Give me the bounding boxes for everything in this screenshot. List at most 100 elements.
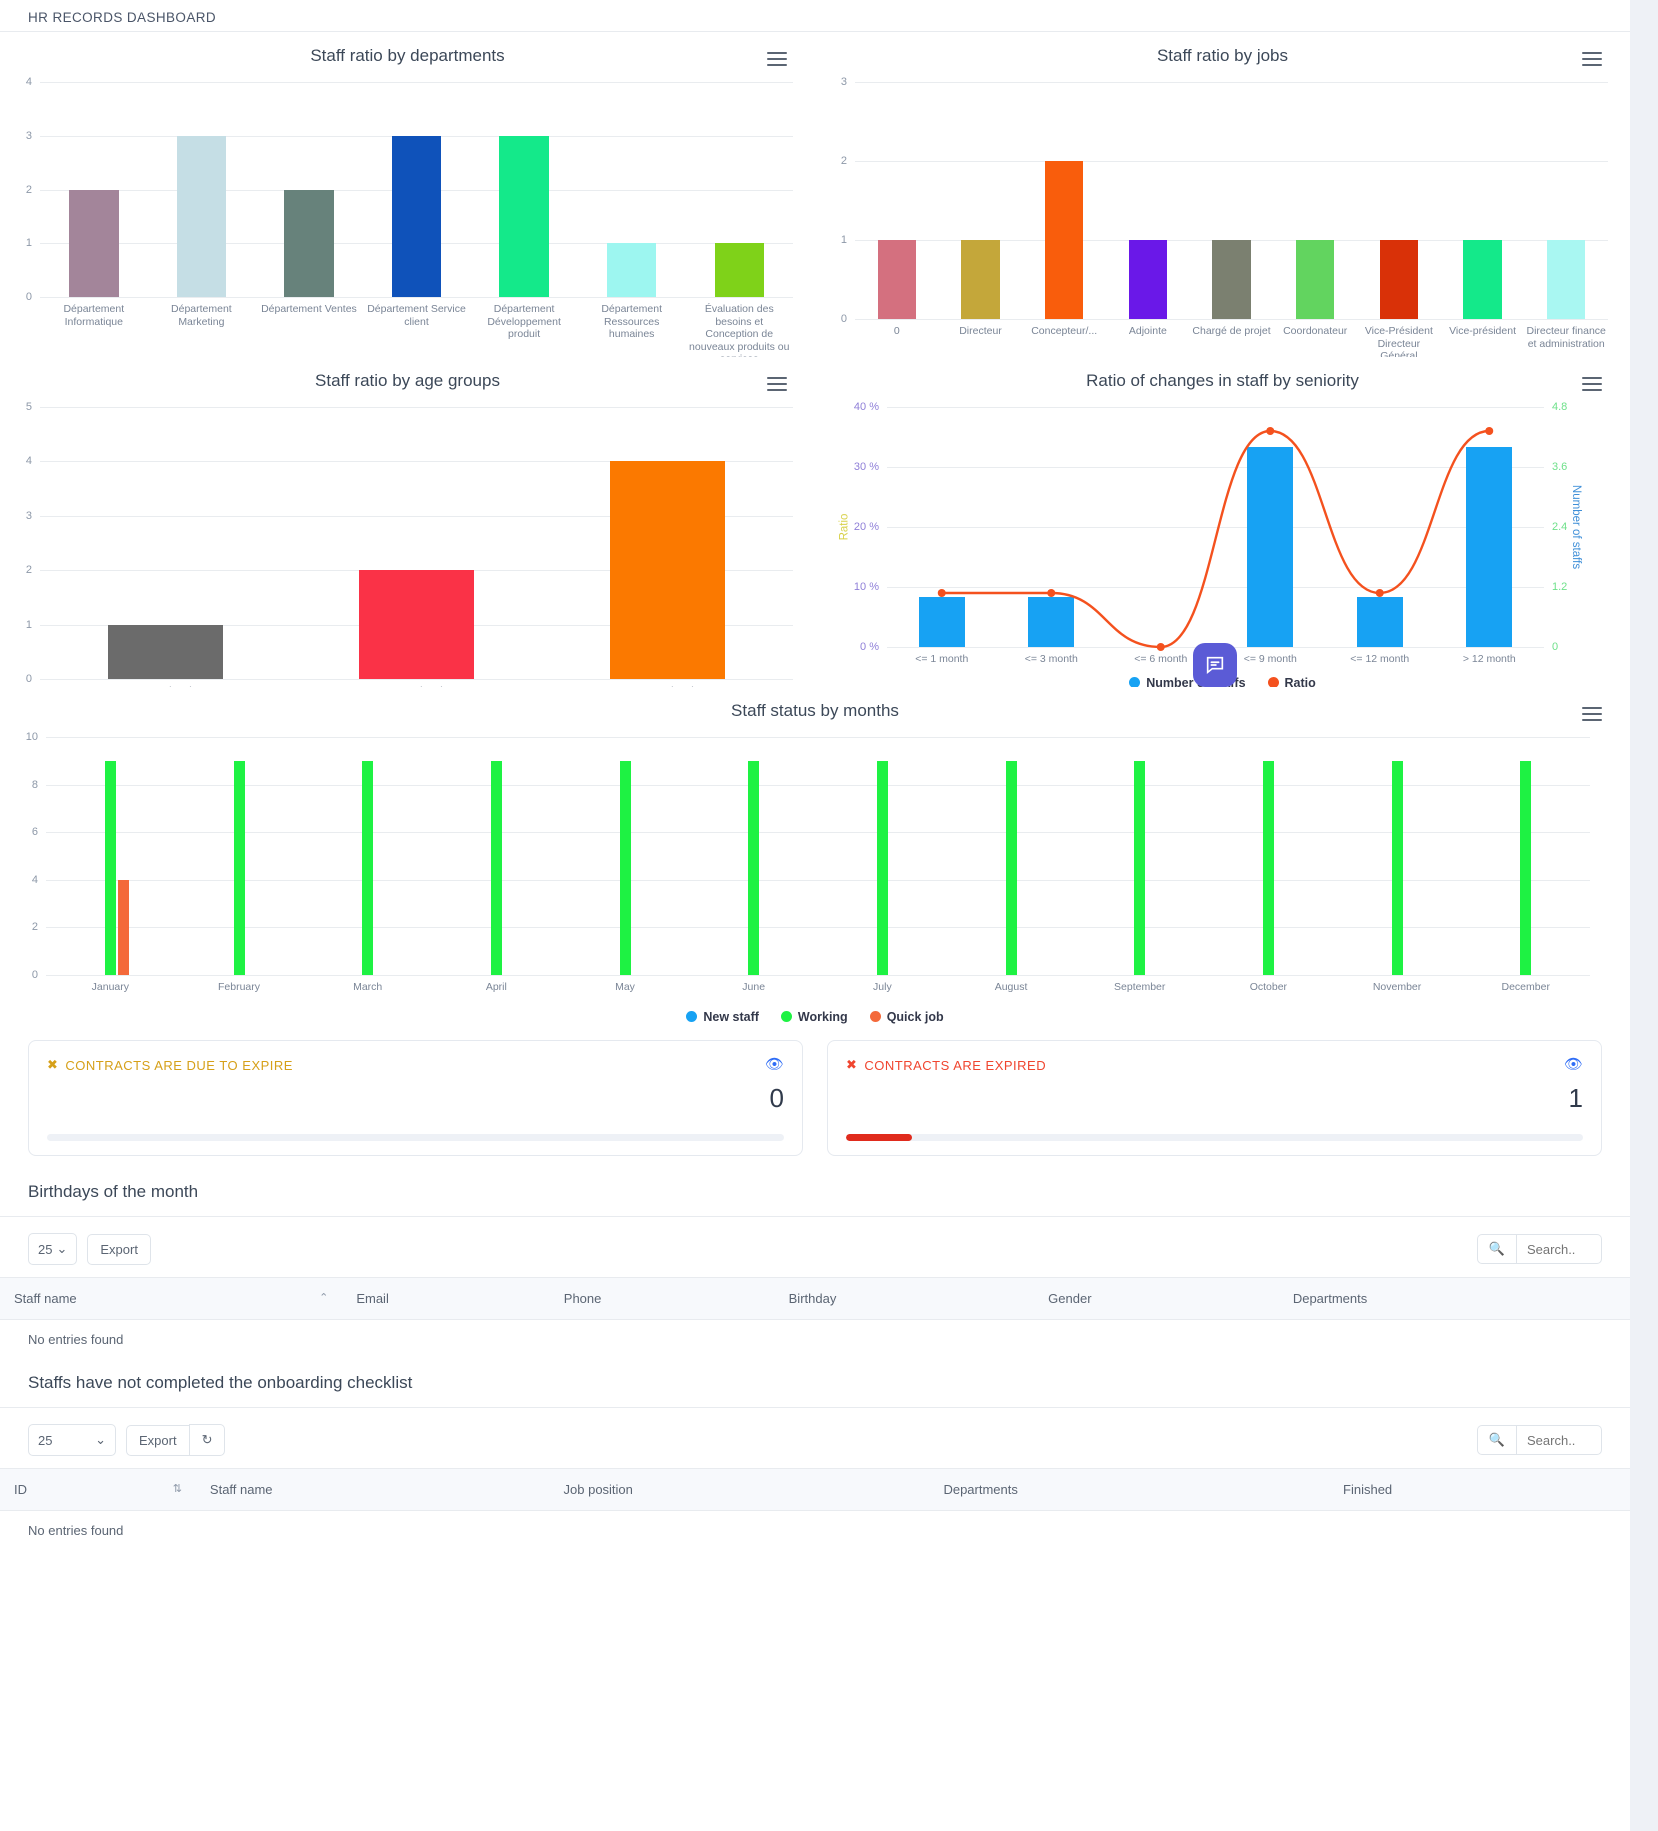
birthdays-title: Birthdays of the month: [28, 1182, 199, 1201]
legend-item[interactable]: Quick job: [869, 1010, 944, 1024]
legend-months: New staff Working Quick job: [0, 1010, 1630, 1024]
chart-menu-jobs-icon[interactable]: [1582, 52, 1602, 68]
bar-slot: [542, 407, 793, 679]
x-axis-label: February: [218, 981, 261, 993]
bar[interactable]: [619, 760, 631, 975]
chart-menu-seniority-icon[interactable]: [1582, 377, 1602, 393]
bar[interactable]: [961, 240, 1000, 319]
bar[interactable]: [284, 189, 334, 297]
legend-item[interactable]: New staff: [686, 1010, 759, 1024]
legend-item[interactable]: Working: [780, 1009, 848, 1024]
bar[interactable]: [1212, 240, 1251, 319]
bar-slot: [470, 82, 578, 297]
table-column-header[interactable]: Email: [342, 1277, 550, 1320]
plot-seniority: Ratio Number of staffs 0 % 0 10 % 1.2 20 % 2.…: [838, 401, 1581, 653]
plot-age-groups: 0 1 2 3 4 5: [26, 401, 793, 685]
bar[interactable]: [358, 570, 475, 679]
bar[interactable]: [233, 760, 245, 975]
bar[interactable]: [1262, 760, 1274, 975]
eye-icon[interactable]: 👁: [765, 1055, 784, 1073]
bar[interactable]: [176, 135, 227, 297]
table-column-header[interactable]: Gender: [1034, 1277, 1279, 1320]
stat-card-due-label: CONTRACTS ARE DUE TO EXPIRE: [65, 1057, 293, 1073]
bar[interactable]: [1134, 760, 1146, 975]
bar[interactable]: [1546, 240, 1586, 319]
y-axis-tick: 10: [25, 731, 38, 743]
bar[interactable]: [104, 760, 116, 975]
bar[interactable]: [117, 879, 129, 975]
bar[interactable]: [714, 243, 764, 297]
sort-indicator-icon[interactable]: ⌃: [319, 1291, 328, 1304]
bar[interactable]: [362, 760, 374, 975]
y-axis-tick: 8: [31, 778, 38, 791]
eye-icon[interactable]: 👁: [1564, 1055, 1583, 1073]
bar[interactable]: [391, 135, 442, 297]
table-column-header[interactable]: Birthday: [774, 1277, 1035, 1320]
table-column-header[interactable]: Departments: [929, 1468, 1330, 1511]
bar[interactable]: [69, 189, 119, 297]
bar[interactable]: [1463, 240, 1502, 319]
chart-title-seniority: Ratio of changes in staff by seniority: [1086, 371, 1359, 390]
table-column-header[interactable]: Job position: [549, 1468, 930, 1511]
gridline: [40, 297, 793, 298]
legend-dot: [686, 1010, 698, 1022]
table-column-header[interactable]: Phone: [549, 1277, 775, 1320]
bar[interactable]: [1128, 240, 1168, 319]
onboarding-toolbar: 25 ⌄ Export ↻ 🔍: [0, 1408, 1630, 1468]
legend-label: Working: [797, 1009, 848, 1024]
onboarding-refresh-button[interactable]: ↻: [188, 1424, 226, 1456]
sort-indicator-icon[interactable]: ⇅: [173, 1482, 182, 1495]
table-column-header[interactable]: Finished: [1329, 1468, 1630, 1511]
bar[interactable]: [107, 624, 224, 679]
search-icon[interactable]: 🔍: [1476, 1425, 1516, 1455]
bar[interactable]: [490, 760, 502, 975]
bar[interactable]: [609, 461, 726, 679]
progress-fill: [846, 1134, 913, 1141]
search-icon[interactable]: 🔍: [1476, 1234, 1516, 1264]
onboarding-page-length-select[interactable]: 25 ⌄: [28, 1424, 116, 1456]
bar[interactable]: [1295, 240, 1335, 319]
chart-menu-months-icon[interactable]: [1582, 707, 1602, 723]
chat-bubble-icon[interactable]: [1193, 643, 1237, 687]
onboarding-search-input[interactable]: [1516, 1425, 1602, 1455]
table-column-header[interactable]: Departments: [1278, 1277, 1630, 1320]
birthdays-search-input[interactable]: [1516, 1234, 1602, 1264]
birthdays-page-length-select[interactable]: 25 ⌄: [28, 1233, 78, 1265]
stat-card-expired-progress: [846, 1134, 1583, 1141]
table-column-header[interactable]: Staff name: [195, 1468, 550, 1511]
table-column-header[interactable]: Staff name ⌃: [0, 1277, 343, 1320]
month-groups: [46, 737, 1590, 975]
bar-slot: [1106, 82, 1190, 319]
table-column-label: Staff name: [209, 1482, 273, 1497]
bar[interactable]: [606, 243, 657, 297]
y-axis-right-tick: 2.4: [1552, 521, 1568, 533]
table-column-header[interactable]: ID ⇅: [0, 1468, 196, 1511]
chart-card-departments: Staff ratio by departments 01234 Départe…: [0, 32, 815, 365]
bar[interactable]: [748, 760, 760, 975]
onboarding-table-header-row: ID ⇅ Staff name Job position Departments Fini…: [0, 1468, 1630, 1511]
bar[interactable]: [1520, 760, 1532, 975]
chart-menu-departments-icon[interactable]: [767, 52, 787, 68]
y-axis-right-tick: 0: [1552, 641, 1559, 653]
plot-months: 0 2 4 6 8 10: [26, 731, 1590, 981]
y-axis-tick: 3: [25, 129, 32, 142]
ratio-spline: [937, 427, 1494, 651]
onboarding-export-button[interactable]: Export: [126, 1424, 190, 1456]
page-scrollbar[interactable]: [1630, 0, 1658, 1831]
bar-slot: [148, 82, 256, 297]
chart-menu-age-groups-icon[interactable]: [767, 377, 787, 393]
bar-series: [40, 407, 793, 679]
bar[interactable]: [1005, 760, 1017, 975]
birthdays-table: Staff name ⌃ Email Phone Birthday Gender Depar…: [0, 1277, 1630, 1320]
bar[interactable]: [1391, 760, 1403, 975]
onboarding-page-length-value: 25: [38, 1432, 53, 1448]
bar[interactable]: [1379, 240, 1419, 319]
bar[interactable]: [877, 240, 917, 319]
bar[interactable]: [876, 760, 888, 975]
birthdays-export-button[interactable]: Export: [87, 1233, 151, 1265]
bar[interactable]: [499, 135, 549, 297]
bar[interactable]: [1044, 161, 1084, 319]
table-column-label: Birthday: [788, 1291, 837, 1306]
chart-card-age-groups: Staff ratio by age groups 012345 18-24 (…: [0, 357, 815, 697]
x-axis-label: April: [485, 981, 507, 993]
